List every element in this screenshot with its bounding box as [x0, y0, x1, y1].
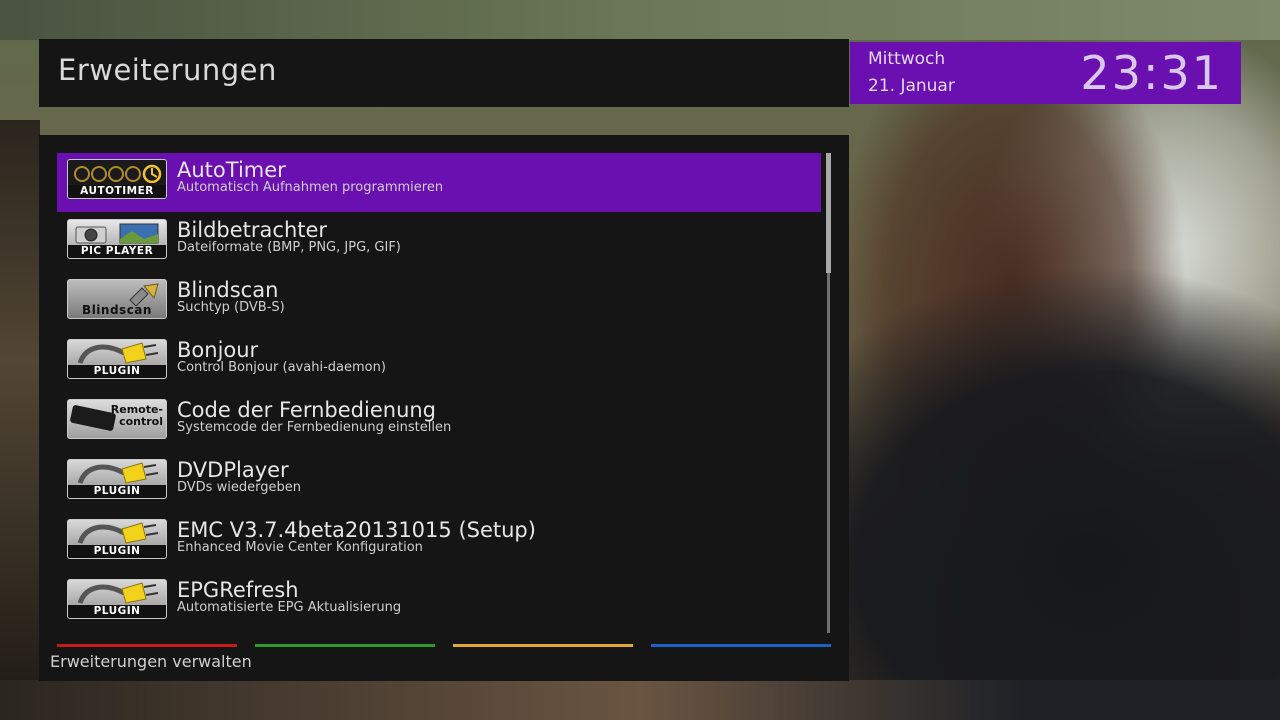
blindscan-icon-caption: Blindscan [82, 303, 152, 317]
list-item-title: EPGRefresh [177, 578, 299, 602]
list-item-title: EMC V3.7.4beta20131015 (Setup) [177, 518, 536, 542]
clock-date: 21. Januar [868, 76, 955, 96]
red-key-indicator[interactable] [57, 644, 237, 647]
red-key-label[interactable]: Erweiterungen verwalten [50, 652, 252, 671]
list-item-autotimer[interactable]: AUTOTIMER AutoTimer Automatisch Aufnahme… [57, 153, 821, 212]
list-item-emc[interactable]: PLUGIN EMC V3.7.4beta20131015 (Setup) En… [57, 513, 821, 573]
plugin-plug-icon [77, 522, 159, 545]
list-item-subtitle: Systemcode der Fernbedienung einstellen [177, 420, 452, 435]
list-item-subtitle: Enhanced Movie Center Konfiguration [177, 540, 423, 555]
plugin-icon: PLUGIN [67, 579, 167, 619]
list-item-code-der-fernbedienung[interactable]: Remote-control Code der Fernbedienung Sy… [57, 393, 821, 453]
plugin-icon: PLUGIN [67, 519, 167, 559]
header-bar: Erweiterungen [39, 39, 849, 107]
remote-control-icon: Remote-control [67, 399, 167, 439]
list-item-subtitle: DVDs wiedergeben [177, 480, 301, 495]
autotimer-rings-icon [74, 164, 162, 183]
clock-panel: Mittwoch 21. Januar 23:31 [850, 42, 1241, 104]
list-item-bildbetrachter[interactable]: PIC PLAYER Bildbetrachter Dateiformate (… [57, 213, 821, 273]
plugin-plug-icon [77, 462, 159, 485]
list-item-subtitle: Control Bonjour (avahi-daemon) [177, 360, 386, 375]
list-item-epgrefresh[interactable]: PLUGIN EPGRefresh Automatisierte EPG Akt… [57, 573, 821, 633]
list-item-dvdplayer[interactable]: PLUGIN DVDPlayer DVDs wiedergeben [57, 453, 821, 513]
list-item-subtitle: Suchtyp (DVB-S) [177, 300, 285, 315]
plugin-icon-caption: PLUGIN [68, 545, 166, 558]
plugin-list: AUTOTIMER AutoTimer Automatisch Aufnahme… [57, 153, 821, 633]
autotimer-icon-caption: AUTOTIMER [68, 185, 166, 198]
list-item-subtitle: Automatisch Aufnahmen programmieren [177, 180, 444, 195]
pic-player-icon: PIC PLAYER [67, 219, 167, 259]
pic-player-icon-caption: PIC PLAYER [68, 245, 166, 258]
background-floor [0, 680, 1280, 720]
yellow-key-indicator[interactable] [453, 644, 633, 647]
plugin-icon-caption: PLUGIN [68, 365, 166, 378]
clock-weekday: Mittwoch [868, 49, 946, 69]
list-item-bonjour[interactable]: PLUGIN Bonjour Control Bonjour (avahi-da… [57, 333, 821, 393]
autotimer-icon: AUTOTIMER [67, 159, 167, 199]
list-item-title: Blindscan [177, 278, 279, 302]
plugin-icon-caption: PLUGIN [68, 485, 166, 498]
plugin-plug-icon [77, 342, 159, 365]
remote-control-icon-caption: Remote-control [110, 403, 163, 428]
plugin-plug-icon [77, 582, 159, 605]
blue-key-indicator[interactable] [651, 644, 831, 647]
plugin-icon: PLUGIN [67, 339, 167, 379]
list-item-title: Code der Fernbedienung [177, 398, 437, 422]
list-scrollbar-thumb[interactable] [826, 153, 831, 273]
background-shelf [0, 120, 40, 720]
list-item-subtitle: Dateiformate (BMP, PNG, JPG, GIF) [177, 240, 401, 255]
list-item-title: Bildbetrachter [177, 218, 328, 242]
list-item-title: DVDPlayer [177, 458, 289, 482]
list-item-subtitle: Automatisierte EPG Aktualisierung [177, 600, 402, 615]
plugin-icon: PLUGIN [67, 459, 167, 499]
green-key-indicator[interactable] [255, 644, 435, 647]
background-wall [0, 0, 1280, 40]
list-item-title: Bonjour [177, 338, 259, 362]
plugin-icon-caption: PLUGIN [68, 605, 166, 618]
list-item-blindscan[interactable]: Blindscan Blindscan Suchtyp (DVB-S) [57, 273, 821, 333]
camera-photo-icon [75, 223, 159, 244]
clock-time: 23:31 [1080, 46, 1223, 100]
remote-body-icon [69, 404, 117, 432]
plugin-list-panel: AUTOTIMER AutoTimer Automatisch Aufnahme… [39, 135, 849, 681]
page-title: Erweiterungen [58, 53, 277, 87]
blindscan-icon: Blindscan [67, 279, 167, 319]
list-item-title: AutoTimer [177, 158, 286, 182]
